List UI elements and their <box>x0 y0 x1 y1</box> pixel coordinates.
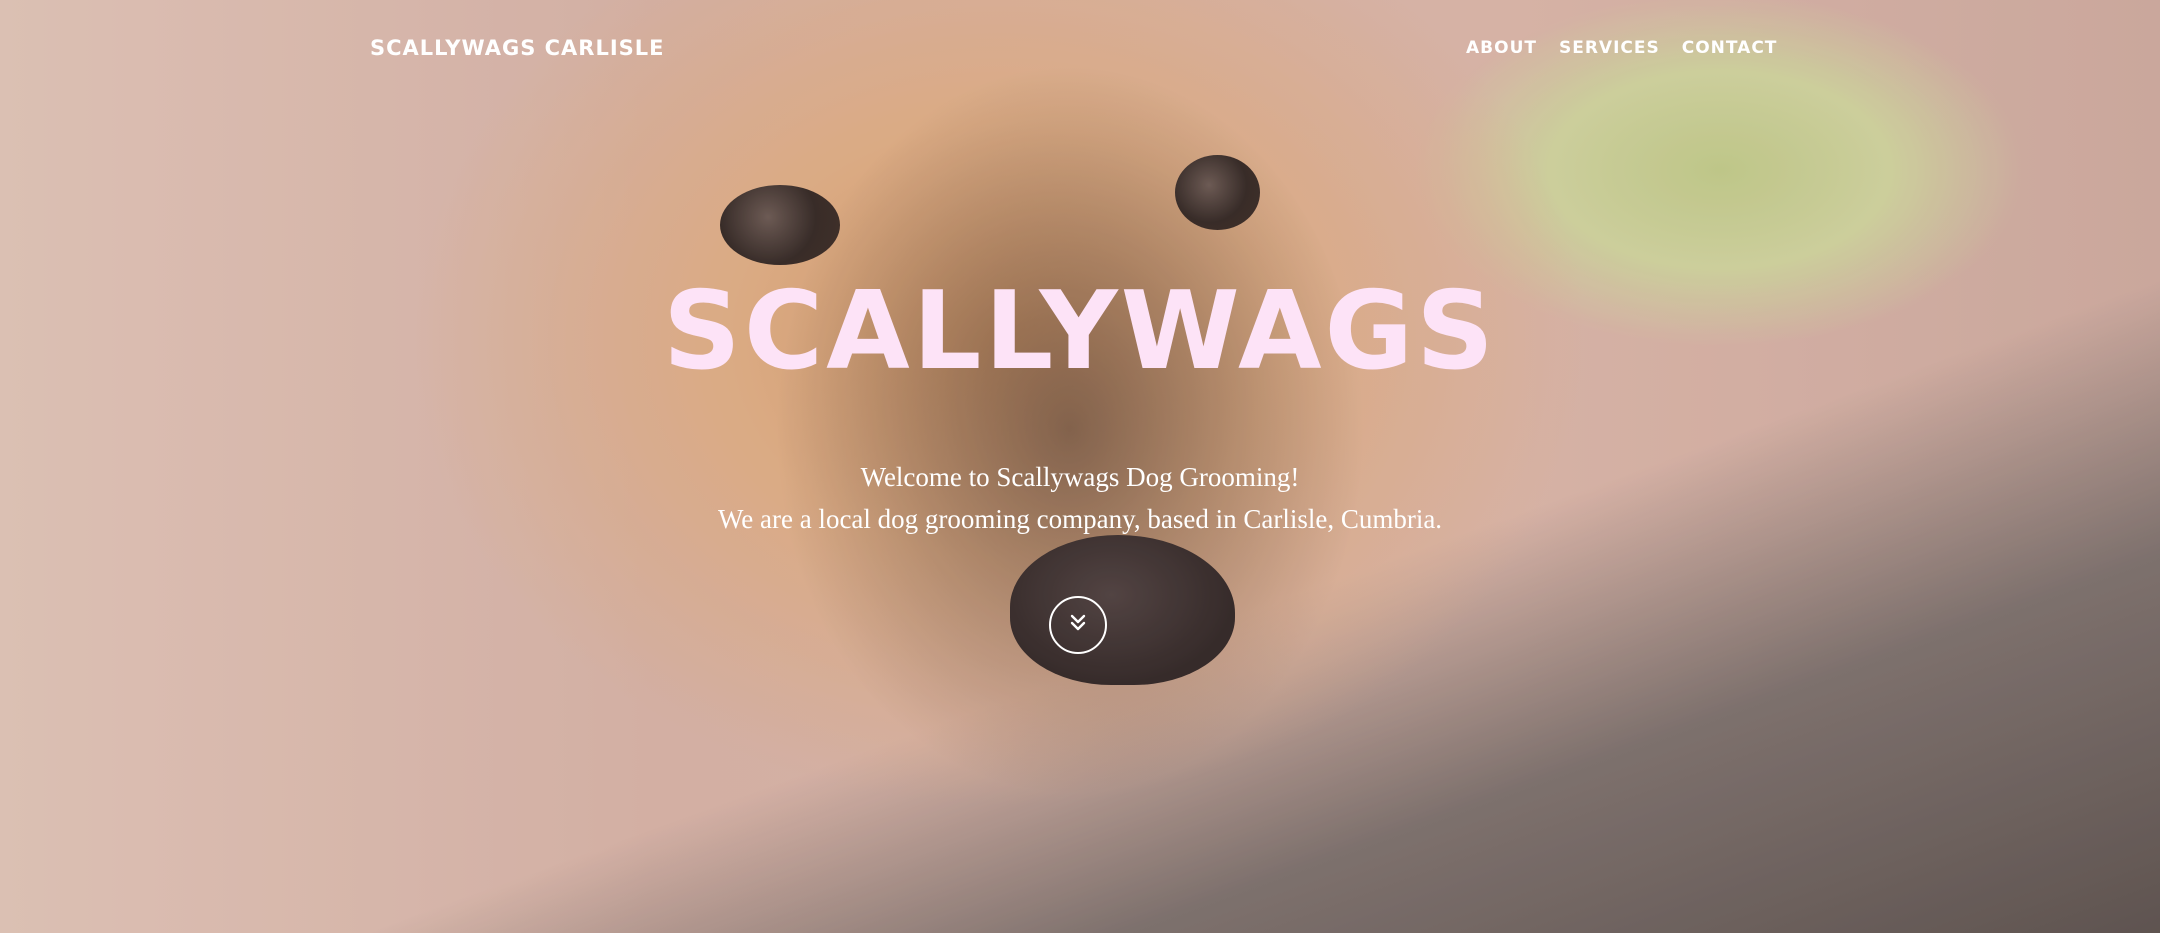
hero-intro: Welcome to Scallywags Dog Grooming! We a… <box>0 456 2160 540</box>
nav-link-contact[interactable]: CONTACT <box>1682 38 1778 58</box>
nav-link-services[interactable]: SERVICES <box>1559 38 1660 58</box>
hero-description-line: We are a local dog grooming company, bas… <box>717 504 1443 534</box>
scroll-down-button[interactable] <box>1049 596 1107 654</box>
nav-links: ABOUT SERVICES CONTACT <box>1466 38 1777 58</box>
hero-title: SCALLYWAGS <box>663 269 1497 394</box>
nav-link-about[interactable]: ABOUT <box>1466 38 1537 58</box>
hero-section: SCALLYWAGS CARLISLE ABOUT SERVICES CONTA… <box>0 0 2160 933</box>
double-chevron-down-icon <box>1067 612 1089 639</box>
brand-logo-link[interactable]: SCALLYWAGS CARLISLE <box>370 36 665 60</box>
hero-welcome-line: Welcome to Scallywags Dog Grooming! <box>860 462 1300 492</box>
top-navigation: SCALLYWAGS CARLISLE ABOUT SERVICES CONTA… <box>0 0 2160 96</box>
